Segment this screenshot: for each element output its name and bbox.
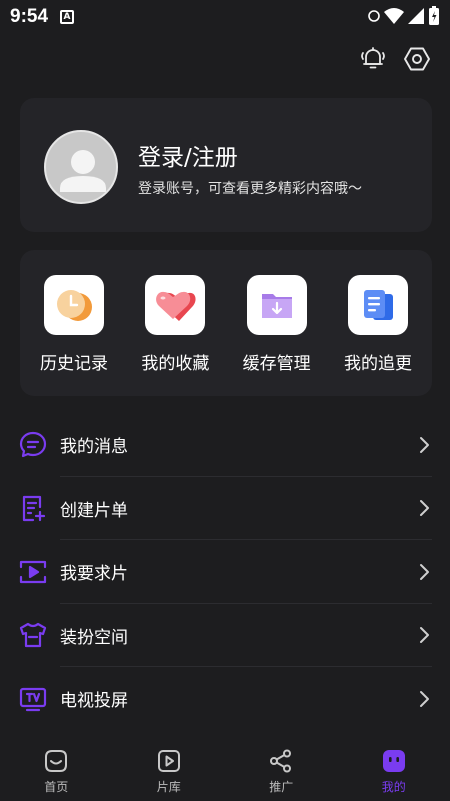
settings-button[interactable]	[402, 44, 432, 74]
quick-item-cache[interactable]: 缓存管理	[227, 250, 327, 396]
top-actions	[358, 44, 432, 74]
play-library-icon	[155, 747, 183, 775]
notification-bell-button[interactable]	[358, 44, 388, 74]
cell-signal-icon	[408, 8, 424, 24]
tab-home[interactable]: 首页	[0, 739, 113, 801]
quick-item-favorites[interactable]: 我的收藏	[125, 250, 225, 396]
create-list-icon	[18, 493, 48, 523]
tshirt-icon	[18, 620, 48, 650]
tab-label-home: 首页	[44, 780, 69, 794]
menu-item-messages[interactable]: 我的消息	[0, 413, 450, 477]
quick-label-history: 历史记录	[40, 354, 108, 374]
tab-promote[interactable]: 推广	[225, 739, 338, 801]
download-folder-icon	[246, 275, 307, 335]
message-icon	[18, 430, 48, 460]
mine-face-icon	[380, 747, 408, 775]
quick-label-favorites: 我的收藏	[141, 354, 210, 374]
menu-label-tv-cast: 电视投屏	[60, 691, 128, 712]
quick-label-cache: 缓存管理	[242, 354, 311, 374]
status-bar: 9:54 A	[0, 0, 450, 34]
status-icons	[368, 6, 440, 26]
tab-label-library: 片库	[156, 780, 181, 794]
chevron-right-icon	[416, 500, 432, 517]
tab-mine[interactable]: 我的	[338, 739, 450, 801]
bottom-tab-bar: 首页 片库 推广 我的	[0, 739, 450, 801]
default-user-icon	[60, 150, 106, 192]
menu-label-messages: 我的消息	[60, 437, 128, 458]
menu-label-dress-up: 装扮空间	[60, 627, 128, 648]
menu-item-request[interactable]: 我要求片	[0, 540, 450, 604]
bell-icon	[361, 47, 385, 69]
document-copy-icon	[347, 275, 408, 335]
tab-label-mine: 我的	[381, 780, 406, 794]
tv-cast-icon	[18, 684, 48, 714]
signal-dot-icon	[368, 10, 380, 22]
chevron-right-icon	[416, 436, 432, 453]
battery-icon	[429, 6, 439, 25]
quick-item-following[interactable]: 我的追更	[328, 250, 428, 396]
chevron-right-icon	[416, 627, 432, 644]
menu-list: 我的消息 创建片单 我要求片 装扮空间 电视投屏	[0, 413, 450, 731]
menu-item-dress-up[interactable]: 装扮空间	[0, 604, 450, 668]
avatar[interactable]	[44, 130, 118, 204]
history-clock-icon	[44, 275, 104, 335]
tab-library[interactable]: 片库	[113, 739, 226, 801]
profile-card[interactable]: 登录/注册 登录账号，可查看更多精彩内容哦～	[20, 98, 432, 232]
menu-label-request: 我要求片	[60, 564, 128, 585]
menu-item-tv-cast[interactable]: 电视投屏	[0, 667, 450, 731]
heart-icon	[145, 275, 206, 335]
status-time: 9:54	[10, 6, 49, 27]
login-register-title[interactable]: 登录/注册	[138, 138, 238, 172]
share-icon	[267, 747, 295, 775]
menu-label-create-list: 创建片单	[60, 500, 128, 521]
wifi-icon	[384, 8, 404, 24]
home-face-icon	[42, 747, 70, 775]
app-notification-icon: A	[60, 10, 75, 24]
tab-label-promote: 推广	[269, 780, 294, 794]
login-subtitle: 登录账号，可查看更多精彩内容哦～	[138, 181, 362, 197]
settings-hexagon-icon	[404, 47, 430, 71]
quick-access-card: 历史记录 我的收藏 缓存管理 我的追更	[20, 250, 432, 396]
chevron-right-icon	[416, 690, 432, 707]
menu-item-create-list[interactable]: 创建片单	[0, 477, 450, 541]
play-request-icon	[18, 557, 48, 587]
chevron-right-icon	[416, 563, 432, 580]
quick-label-following: 我的追更	[343, 354, 412, 374]
quick-item-history[interactable]: 历史记录	[24, 250, 124, 396]
